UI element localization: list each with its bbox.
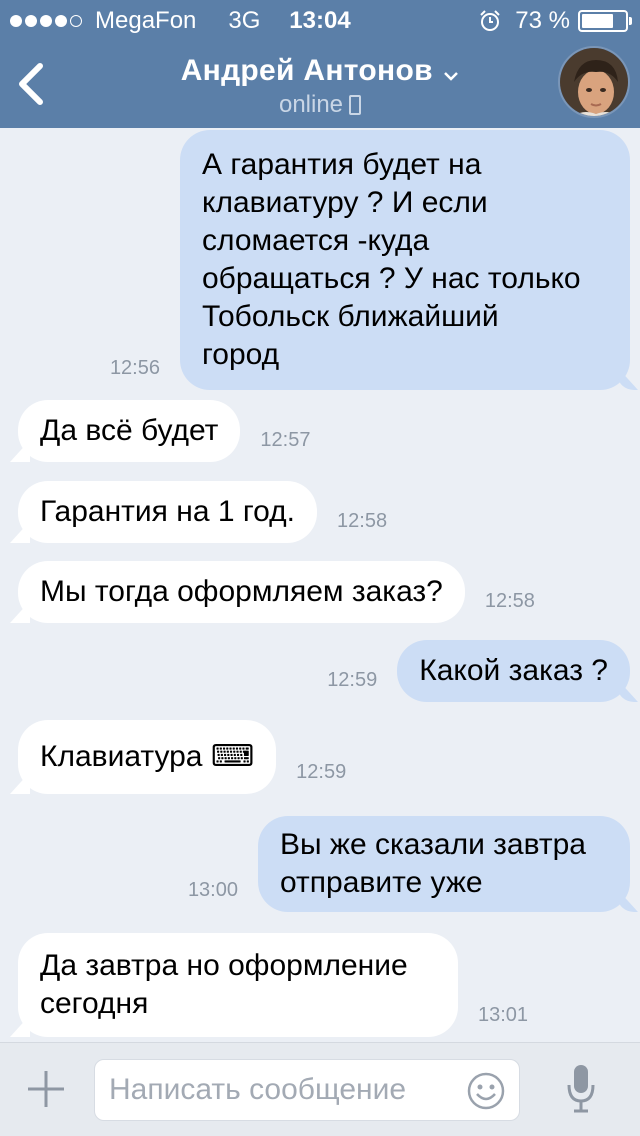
message-row: 12:56 А гарантия будет на клавиатуру ? И… (110, 130, 630, 390)
phone-icon (349, 95, 362, 115)
message-input[interactable] (109, 1060, 459, 1120)
incoming-message[interactable]: Да всё будет (18, 400, 241, 462)
alarm-icon (480, 10, 501, 31)
message-row: 13:00 Вы же сказали завтра отправите уже (188, 816, 630, 912)
message-row: Гарантия на 1 год. 12:58 (18, 481, 387, 543)
outgoing-message[interactable]: А гарантия будет на клавиатуру ? И если … (180, 130, 630, 390)
message-time: 13:01 (478, 1004, 529, 1026)
nav-bar: Андрей Антонов online (0, 40, 640, 128)
message-row: Клавиатура ⌨ 12:59 (18, 720, 346, 794)
compose-bar (0, 1042, 640, 1136)
incoming-message[interactable]: Мы тогда оформляем заказ? (18, 561, 465, 623)
message-time: 12:59 (296, 761, 347, 783)
incoming-message[interactable]: Гарантия на 1 год. (18, 481, 318, 543)
outgoing-message[interactable]: Вы же сказали завтра отправите уже (258, 816, 630, 912)
message-time: 12:56 (109, 357, 160, 379)
message-row: Мы тогда оформляем заказ? 12:58 (18, 561, 535, 623)
incoming-message[interactable]: Клавиатура ⌨ (18, 720, 277, 794)
contact-name: Андрей Антонов (180, 54, 433, 87)
message-time: 12:59 (327, 669, 378, 691)
message-time: 13:00 (187, 879, 238, 901)
avatar[interactable] (558, 46, 630, 118)
battery-percent: 73 % (515, 7, 570, 34)
message-row: 12:59 Какой заказ ? (327, 640, 630, 702)
message-time: 12:58 (337, 510, 388, 532)
message-field (94, 1059, 520, 1121)
incoming-message[interactable]: Да завтра но оформление сегодня (18, 933, 458, 1037)
status-bar: MegaFon 3G 13:04 73 % (0, 0, 640, 40)
smile-icon[interactable] (467, 1072, 505, 1110)
message-time: 12:57 (260, 429, 311, 451)
outgoing-message[interactable]: Какой заказ ? (397, 640, 630, 702)
chevron-down-icon (444, 71, 459, 81)
battery-icon (578, 10, 632, 32)
message-row: Да завтра но оформление сегодня 13:01 (18, 933, 528, 1037)
plus-icon[interactable] (26, 1069, 66, 1109)
microphone-icon[interactable] (566, 1063, 596, 1115)
chat-title[interactable]: Андрей Антонов online (0, 54, 640, 119)
message-list[interactable]: 12:56 А гарантия будет на клавиатуру ? И… (0, 128, 640, 1042)
header: MegaFon 3G 13:04 73 % Андрей Антонов onl… (0, 0, 640, 128)
message-time: 12:58 (484, 590, 535, 612)
message-row: Да всё будет 12:57 (18, 400, 310, 462)
online-status: online (278, 91, 344, 118)
